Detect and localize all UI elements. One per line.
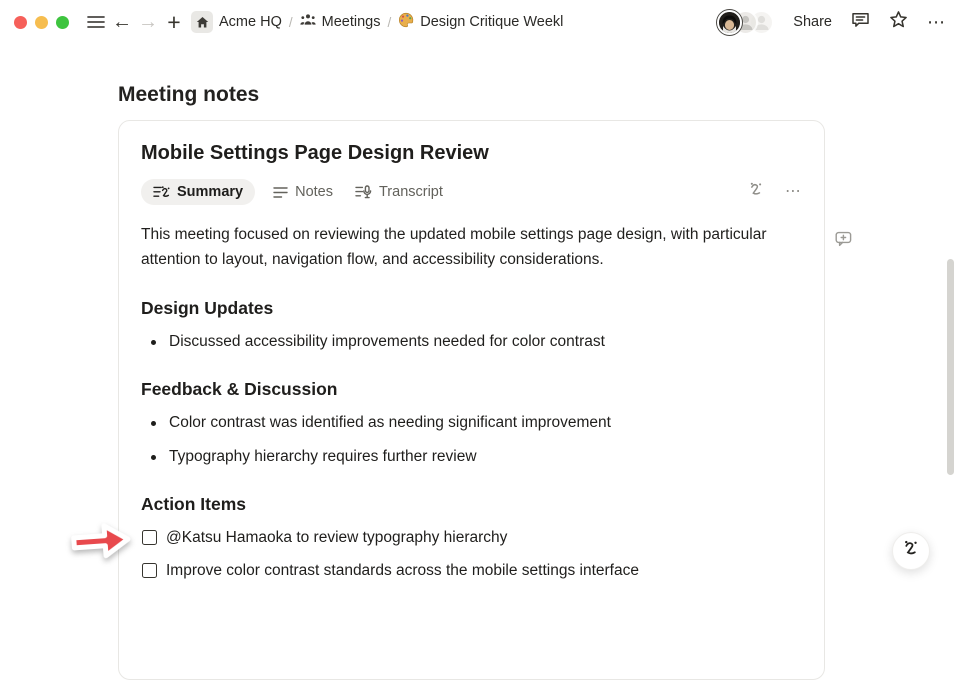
- section-heading-action-items: Action Items: [141, 494, 802, 515]
- comment-plus-icon: [835, 234, 852, 251]
- meeting-title: Mobile Settings Page Design Review: [141, 142, 802, 165]
- back-arrow-icon: ←: [112, 12, 132, 32]
- todo-text: @Katsu Hamaoka to review typography hier…: [166, 527, 507, 548]
- back-button[interactable]: ←: [109, 9, 135, 35]
- tab-summary[interactable]: Summary: [141, 179, 255, 205]
- breadcrumb-item-meetings[interactable]: Meetings: [300, 13, 381, 31]
- bullet-text: Discussed accessibility improvements nee…: [169, 331, 605, 353]
- breadcrumb-label: Design Critique Weekl: [420, 14, 563, 30]
- bullet-icon: [151, 455, 156, 460]
- breadcrumb-item-workspace[interactable]: Acme HQ: [191, 11, 282, 33]
- people-icon: [300, 13, 316, 31]
- breadcrumb-separator: /: [289, 15, 293, 30]
- viewer-avatars[interactable]: [717, 10, 774, 35]
- forward-button[interactable]: →: [135, 9, 161, 35]
- bullet-text: Color contrast was identified as needing…: [169, 412, 611, 434]
- zoom-window-button[interactable]: [56, 16, 69, 29]
- breadcrumb-label: Meetings: [322, 14, 381, 30]
- ellipsis-icon: ⋯: [927, 13, 946, 31]
- home-icon: [191, 11, 213, 33]
- avatar: [717, 10, 742, 35]
- bullet-icon: [151, 421, 156, 426]
- breadcrumb-item-page[interactable]: Design Critique Weekl: [398, 12, 563, 32]
- star-icon: [889, 10, 908, 34]
- ai-assistant-fab[interactable]: [892, 532, 930, 570]
- ai-face-icon: [902, 539, 921, 563]
- lines-sparkle-icon: [153, 185, 170, 200]
- list-item: Typography hierarchy requires further re…: [141, 446, 802, 468]
- page-title: Meeting notes: [118, 83, 259, 107]
- lines-icon: [273, 186, 288, 199]
- comment-bubble-icon: [851, 11, 870, 33]
- scrollbar-thumb[interactable]: [947, 259, 954, 475]
- ai-assistant-button[interactable]: [748, 181, 765, 203]
- breadcrumb: Acme HQ / Meetings / Design Critique Wee…: [191, 11, 563, 33]
- section-heading-design-updates: Design Updates: [141, 298, 802, 319]
- tab-label: Notes: [295, 184, 333, 200]
- forward-arrow-icon: →: [138, 12, 158, 32]
- minimize-window-button[interactable]: [35, 16, 48, 29]
- checkbox-unchecked[interactable]: [142, 530, 157, 545]
- summary-paragraph: This meeting focused on reviewing the up…: [141, 222, 802, 272]
- tab-notes[interactable]: Notes: [269, 179, 337, 205]
- tab-transcript[interactable]: Transcript: [351, 179, 447, 205]
- list-item: Color contrast was identified as needing…: [141, 412, 802, 434]
- favorite-button[interactable]: [889, 10, 908, 34]
- close-window-button[interactable]: [14, 16, 27, 29]
- checkbox-unchecked[interactable]: [142, 563, 157, 578]
- lines-mic-icon: [355, 185, 372, 200]
- breadcrumb-label: Acme HQ: [219, 14, 282, 30]
- bullet-text: Typography hierarchy requires further re…: [169, 446, 477, 468]
- new-page-button[interactable]: +: [161, 9, 187, 35]
- comments-button[interactable]: [851, 11, 870, 33]
- more-options-button[interactable]: ⋯: [927, 13, 946, 31]
- card-more-button[interactable]: ⋯: [785, 184, 802, 200]
- todo-item: Improve color contrast standards across …: [141, 560, 802, 581]
- window-toolbar: ← → + Acme HQ / Meetings / Design Critiq…: [0, 0, 960, 44]
- meeting-card: Mobile Settings Page Design Review Summa…: [118, 120, 825, 680]
- list-item: Discussed accessibility improvements nee…: [141, 331, 802, 353]
- plus-icon: +: [167, 11, 180, 34]
- topbar-actions: Share ⋯: [717, 10, 946, 35]
- add-comment-button[interactable]: [835, 231, 852, 252]
- section-heading-feedback: Feedback & Discussion: [141, 379, 802, 400]
- bullet-icon: [151, 340, 156, 345]
- sidebar-toggle-button[interactable]: [83, 9, 109, 35]
- todo-text: Improve color contrast standards across …: [166, 560, 639, 581]
- meeting-tabs: Summary Notes Transcript ⋯: [141, 179, 802, 205]
- share-button[interactable]: Share: [793, 14, 832, 30]
- todo-item: @Katsu Hamaoka to review typography hier…: [141, 527, 802, 548]
- tab-actions: ⋯: [748, 181, 802, 203]
- traffic-lights: [14, 16, 69, 29]
- tab-label: Transcript: [379, 184, 443, 200]
- hamburger-icon: [87, 15, 105, 29]
- palette-icon: [398, 12, 414, 32]
- breadcrumb-separator: /: [387, 15, 391, 30]
- tab-label: Summary: [177, 184, 243, 200]
